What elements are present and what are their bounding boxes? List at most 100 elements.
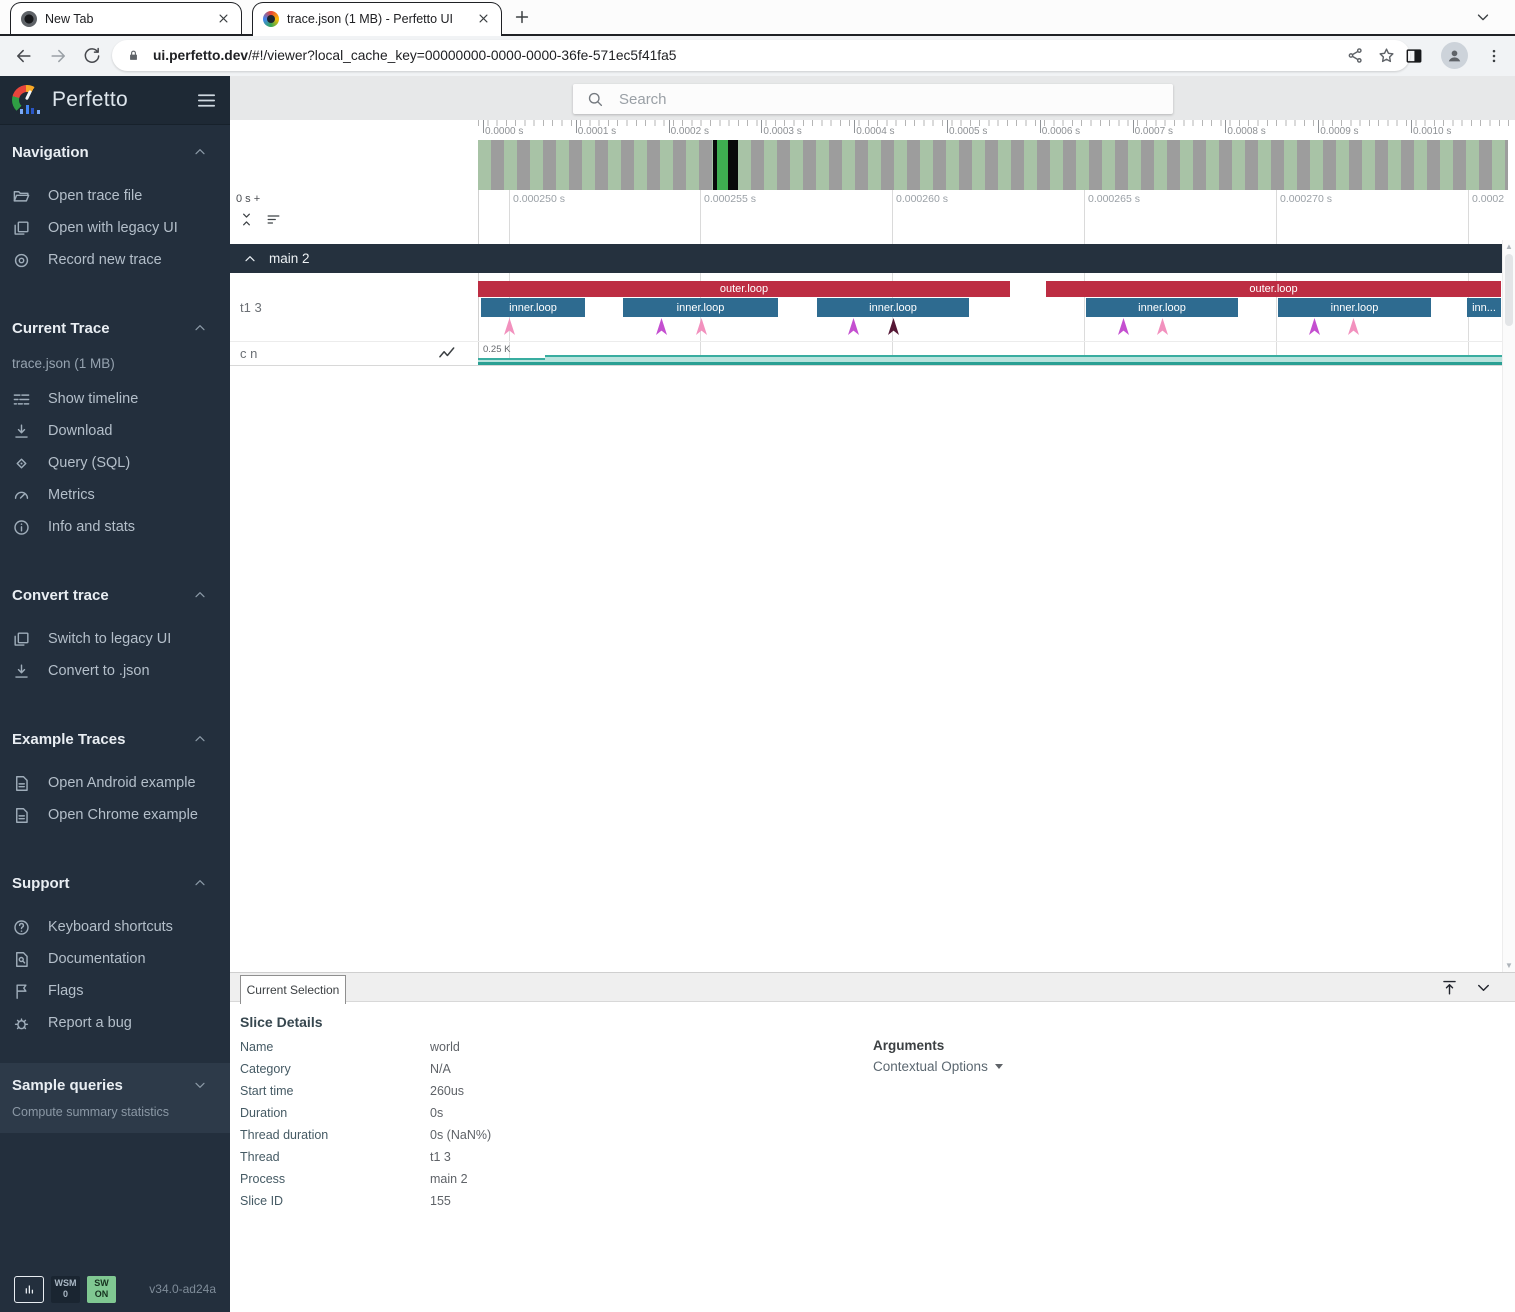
- instant-arrow-magenta[interactable]: [656, 318, 667, 335]
- tab-new-tab[interactable]: New Tab: [10, 2, 242, 34]
- slice-label: inner.loop: [1138, 302, 1186, 314]
- sidebar-item-show-timeline[interactable]: Show timeline: [0, 383, 230, 415]
- sidebar-sections: Navigation Open trace file Open with legac…: [0, 140, 230, 1133]
- scroll-up-icon[interactable]: ▲: [1503, 242, 1515, 251]
- file-icon: [12, 774, 31, 793]
- minimap-selection-window[interactable]: [717, 140, 728, 190]
- panel-dock-top-icon[interactable]: [1440, 978, 1459, 997]
- metrics-icon: [12, 486, 31, 505]
- ruler-label: 0.0001 s: [578, 126, 616, 137]
- instant-arrow-selected[interactable]: [888, 318, 899, 335]
- sidebar-section-header-support[interactable]: Support: [0, 871, 230, 895]
- search-input[interactable]: [617, 90, 1160, 109]
- sidebar-item-open-trace-file[interactable]: Open trace file: [0, 180, 230, 212]
- instant-arrow-pink[interactable]: [696, 318, 707, 335]
- sidebar-item-open-with-legacy-ui[interactable]: Open with legacy UI: [0, 212, 230, 244]
- collapse-tracks-icon[interactable]: [238, 211, 255, 228]
- counter-content[interactable]: 0.25 K: [478, 342, 1502, 365]
- hamburger-menu-icon[interactable]: [195, 89, 218, 112]
- thread-track-label[interactable]: t1 3: [230, 273, 478, 341]
- sidebar-item-record-new-trace[interactable]: Record new trace: [0, 244, 230, 276]
- bookmark-star-icon[interactable]: [1377, 46, 1396, 65]
- sidebar-item-keyboard-shortcuts[interactable]: Keyboard shortcuts: [0, 911, 230, 943]
- slice-inner-loop[interactable]: inn...: [1467, 298, 1501, 317]
- sidebar-item-download[interactable]: Download: [0, 415, 230, 447]
- details-panel-header: Current Selection: [230, 972, 1515, 1002]
- scrollbar-thumb[interactable]: [1505, 254, 1513, 326]
- process-group-header[interactable]: main 2: [230, 244, 1502, 273]
- chevron-up-icon: [192, 875, 208, 891]
- slice-inner-loop[interactable]: inner.loop: [1086, 298, 1238, 317]
- sample-query-item[interactable]: Compute summary statistics: [0, 1105, 230, 1119]
- grid-line: [700, 190, 701, 240]
- slice-inner-loop[interactable]: inner.loop: [817, 298, 969, 317]
- sidebar-section-header-convert-trace[interactable]: Convert trace: [0, 583, 230, 607]
- marker-row[interactable]: 0 s + 0.000250 s0.000255 s0.000260 s0.00…: [230, 190, 1515, 241]
- avatar[interactable]: [1441, 42, 1468, 69]
- instant-arrow-pink[interactable]: [1348, 318, 1359, 335]
- sidebar-item-documentation[interactable]: Documentation: [0, 943, 230, 975]
- detail-label: Duration: [240, 1106, 430, 1120]
- hud-toggle-button[interactable]: [14, 1276, 44, 1303]
- kebab-menu-icon[interactable]: [1485, 47, 1503, 65]
- counter-track: c n 0.25 K: [230, 341, 1502, 366]
- track-sort-icon[interactable]: [265, 211, 282, 228]
- instant-arrow-magenta[interactable]: [848, 318, 859, 335]
- back-icon[interactable]: [14, 46, 34, 66]
- panel-collapse-icon[interactable]: [1474, 978, 1493, 997]
- instant-arrow-pink[interactable]: [1157, 318, 1168, 335]
- tab-overflow-chevron-icon[interactable]: [1474, 8, 1492, 26]
- wsm-status-badge[interactable]: WSM0: [51, 1276, 80, 1303]
- service-worker-badge[interactable]: SWON: [87, 1276, 116, 1303]
- sidebar-item-switch-to-legacy-ui[interactable]: Switch to legacy UI: [0, 623, 230, 655]
- sidebar-item-open-chrome-example[interactable]: Open Chrome example: [0, 799, 230, 831]
- sidebar-item-flags[interactable]: Flags: [0, 975, 230, 1007]
- sidebar-item-label: Open trace file: [48, 188, 142, 204]
- sidebar-item-query-sql[interactable]: Query (SQL): [0, 447, 230, 479]
- detail-value: 0s: [430, 1106, 443, 1120]
- new-tab-button[interactable]: [512, 7, 532, 27]
- group-collapse-icon[interactable]: [242, 251, 258, 267]
- lock-icon[interactable]: [126, 48, 141, 63]
- instant-arrow-pink[interactable]: [504, 318, 515, 335]
- tab-close-icon[interactable]: [476, 11, 491, 26]
- sidebar-item-report-a-bug[interactable]: Report a bug: [0, 1007, 230, 1039]
- address-bar[interactable]: ui.perfetto.dev/#!/viewer?local_cache_ke…: [112, 40, 1410, 71]
- slice-inner-loop[interactable]: inner.loop: [1278, 298, 1431, 317]
- forward-icon[interactable]: [48, 46, 68, 66]
- share-icon[interactable]: [1346, 46, 1365, 65]
- vertical-scrollbar[interactable]: ▲ ▼: [1502, 240, 1515, 972]
- grid-line: [892, 190, 893, 240]
- refresh-icon[interactable]: [82, 46, 102, 66]
- sidebar-section-header-current-trace[interactable]: Current Trace: [0, 316, 230, 340]
- sidebar-section-header-navigation[interactable]: Navigation: [0, 140, 230, 164]
- slice-outer-loop[interactable]: outer.loop: [478, 281, 1010, 297]
- minimap-selection[interactable]: [713, 140, 738, 190]
- contextual-options-dropdown[interactable]: Contextual Options: [873, 1059, 1003, 1074]
- slice-outer-loop[interactable]: outer.loop: [1046, 281, 1501, 297]
- counter-scale-label: 0.25 K: [483, 344, 510, 355]
- t13-content[interactable]: outer.loopouter.loopinner.loopinner.loop…: [478, 273, 1502, 341]
- legacy-icon: [12, 630, 31, 649]
- sidebar-section-header-example-traces[interactable]: Example Traces: [0, 727, 230, 751]
- url-text[interactable]: ui.perfetto.dev/#!/viewer?local_cache_ke…: [153, 48, 1334, 63]
- sidebar-item-open-android-example[interactable]: Open Android example: [0, 767, 230, 799]
- slice-inner-loop[interactable]: inner.loop: [481, 298, 585, 317]
- sidebar-item-metrics[interactable]: Metrics: [0, 479, 230, 511]
- folder-open-icon: [12, 187, 31, 206]
- minimap[interactable]: [478, 140, 1508, 190]
- search-box[interactable]: [573, 84, 1173, 114]
- slice-inner-loop[interactable]: inner.loop: [623, 298, 778, 317]
- detail-row: Threadt1 3: [240, 1146, 860, 1168]
- sidebar-item-convert-to-json[interactable]: Convert to .json: [0, 655, 230, 687]
- sidebar-section-header-sample-queries[interactable]: Sample queries: [0, 1073, 230, 1097]
- side-panel-icon[interactable]: [1404, 46, 1424, 66]
- tab-perfetto-trace[interactable]: trace.json (1 MB) - Perfetto UI: [252, 2, 502, 34]
- sidebar-item-info-and-stats[interactable]: Info and stats: [0, 511, 230, 543]
- instant-arrow-magenta[interactable]: [1118, 318, 1129, 335]
- instant-arrow-magenta[interactable]: [1309, 318, 1320, 335]
- tab-current-selection[interactable]: Current Selection: [240, 975, 346, 1004]
- section-title: Example Traces: [12, 731, 125, 748]
- tab-close-icon[interactable]: [216, 11, 231, 26]
- scroll-down-icon[interactable]: ▼: [1503, 961, 1515, 970]
